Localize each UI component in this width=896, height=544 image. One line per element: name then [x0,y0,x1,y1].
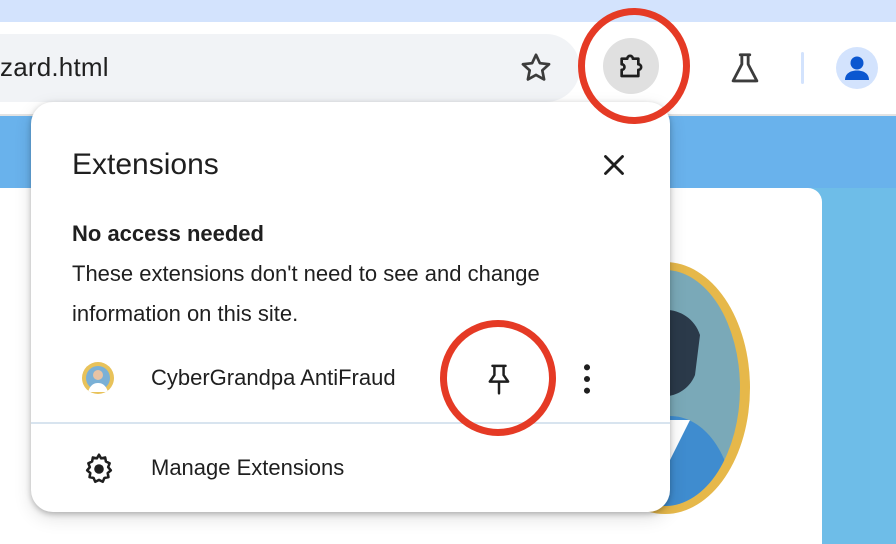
close-icon[interactable] [597,148,631,182]
extension-row[interactable]: CyberGrandpa AntiFraud [31,352,670,404]
section-heading: No access needed [72,221,264,246]
extension-name: CyberGrandpa AntiFraud [151,365,396,390]
toolbar-separator [801,52,804,84]
manage-extensions-label: Manage Extensions [151,455,345,480]
manage-extensions-item[interactable]: Manage Extensions [31,442,670,494]
highlight-ring-pin [440,320,556,436]
profile-avatar[interactable] [836,47,878,89]
popup-divider [31,422,670,424]
highlight-ring-extensions [578,8,690,124]
popup-title: Extensions [72,148,219,181]
url-text[interactable]: zard.html [0,52,109,83]
extensions-popup: Extensions No access needed These extens… [31,102,670,512]
section-description: These extensions don't need to see and c… [72,261,540,326]
gear-icon [85,453,113,484]
star-icon[interactable] [518,50,554,86]
window-top-strip [0,0,896,22]
kebab-icon[interactable] [573,360,601,398]
person-icon [845,56,869,80]
flask-icon[interactable] [726,50,764,88]
extension-logo [82,362,114,394]
